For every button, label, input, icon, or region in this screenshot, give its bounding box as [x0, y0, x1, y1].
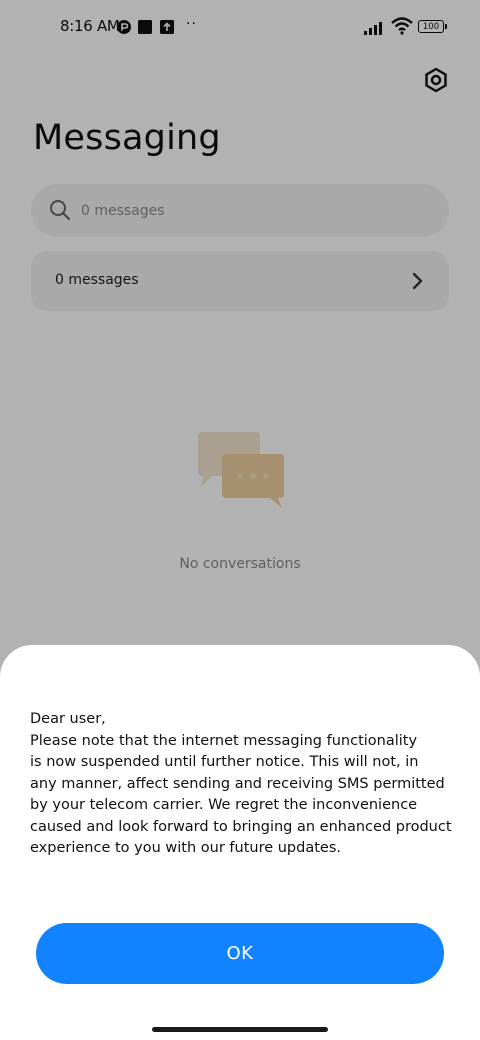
- messaging-screen: 8:16 AM ·· 100 Messaging 0 messages 0 me…: [0, 0, 480, 1040]
- home-indicator[interactable]: [152, 1027, 328, 1032]
- notice-dialog: Dear user, Please note that the internet…: [0, 645, 480, 1040]
- ok-button[interactable]: OK: [36, 923, 444, 984]
- dialog-message: Dear user, Please note that the internet…: [30, 711, 452, 856]
